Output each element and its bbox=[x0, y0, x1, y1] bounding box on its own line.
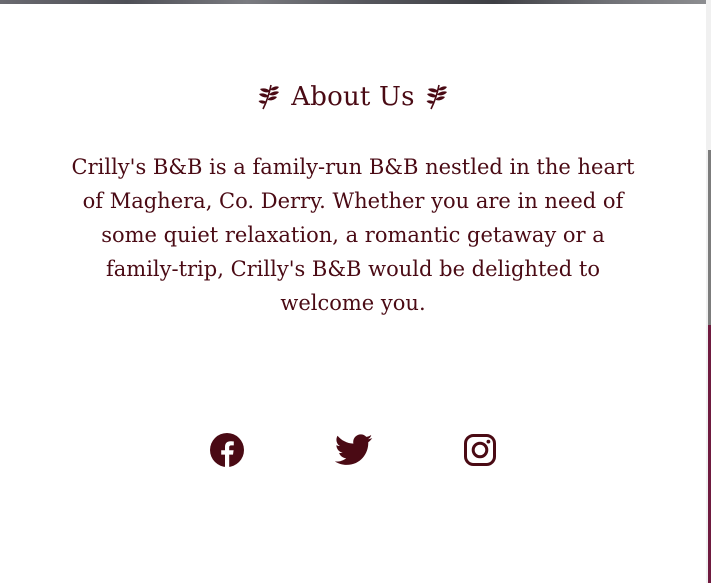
leaf-sprig-icon bbox=[258, 84, 280, 110]
facebook-link[interactable] bbox=[207, 430, 247, 470]
hero-image-bottom-edge bbox=[0, 0, 706, 4]
about-heading: About Us bbox=[291, 82, 415, 112]
scrollbar[interactable] bbox=[706, 0, 711, 583]
about-description: Crilly's B&B is a family-run B&B nestled… bbox=[71, 155, 635, 315]
instagram-link[interactable] bbox=[460, 430, 500, 470]
leaf-sprig-icon bbox=[426, 84, 447, 110]
facebook-icon bbox=[210, 433, 244, 467]
twitter-link[interactable] bbox=[334, 430, 374, 470]
about-heading-row: About Us bbox=[0, 80, 706, 114]
twitter-icon bbox=[335, 434, 373, 465]
social-links bbox=[0, 430, 706, 470]
instagram-icon bbox=[464, 434, 496, 466]
